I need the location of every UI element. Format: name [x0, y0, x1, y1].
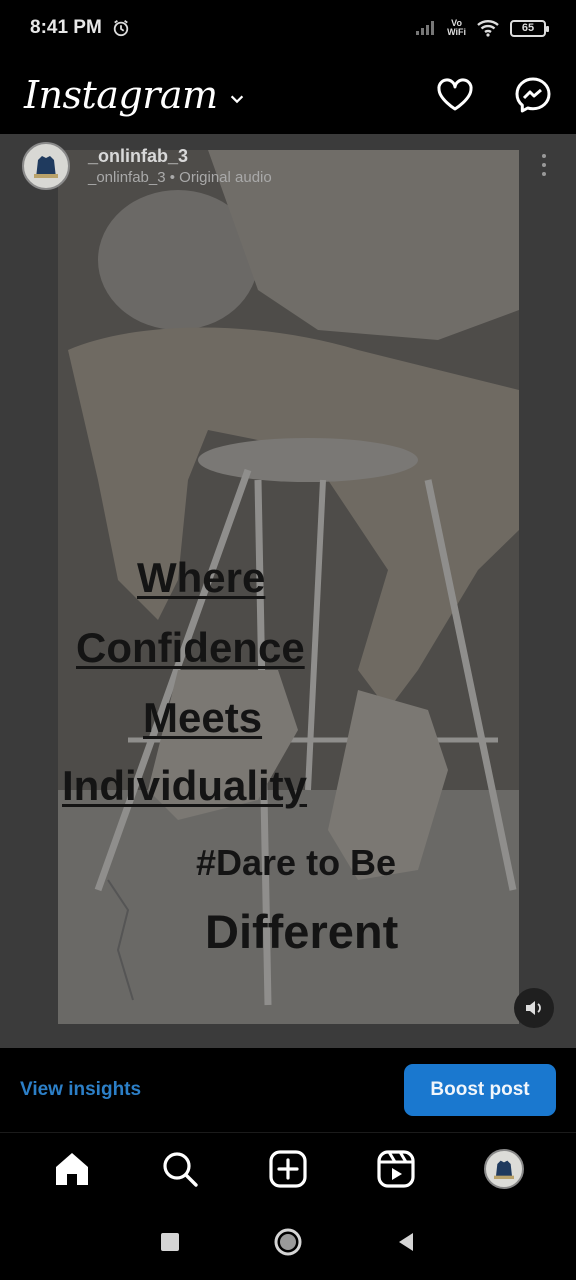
nav-reels[interactable] [372, 1145, 420, 1193]
home-circle-icon[interactable] [273, 1227, 303, 1257]
post-username[interactable]: _onlinfab_3 [88, 146, 272, 167]
reels-icon [377, 1149, 415, 1188]
search-icon [163, 1151, 198, 1187]
vowifi-bottom: WiFi [447, 27, 466, 37]
brand-logo-icon [34, 156, 58, 178]
caption-line-1: Where [137, 554, 266, 601]
create-icon [269, 1149, 307, 1188]
status-icons: Vo WiFi 65 [415, 19, 549, 37]
back-icon[interactable] [395, 1231, 417, 1253]
signal-icon [416, 21, 435, 35]
instagram-logo[interactable]: Instagram [24, 73, 218, 117]
system-nav [0, 1204, 576, 1280]
brand-logo-icon [494, 1160, 514, 1179]
vowifi-indicator: Vo WiFi [447, 19, 466, 37]
nav-home[interactable] [48, 1145, 96, 1193]
nav-profile[interactable] [480, 1145, 528, 1193]
post-header: _onlinfab_3 _onlinfab_3 • Original audio [22, 142, 272, 190]
profile-avatar [484, 1148, 524, 1189]
boost-post-button[interactable]: Boost post [404, 1064, 556, 1116]
post-audio[interactable]: _onlinfab_3 • Original audio [88, 169, 272, 186]
status-bar: 8:41 PM Vo WiFi 65 [0, 0, 576, 56]
recents-icon[interactable] [159, 1231, 181, 1253]
nav-create[interactable] [264, 1145, 312, 1193]
caption-line-2: Confidence [76, 624, 305, 671]
post-actions-bar: View insights Boost post [0, 1048, 576, 1132]
caption-line-4: Individuality [62, 762, 308, 809]
view-insights-link[interactable]: View insights [20, 1079, 141, 1101]
caption-line-6: Different [205, 905, 399, 958]
messenger-icon[interactable] [514, 76, 552, 114]
caption-line-5: #Dare to Be [196, 842, 397, 883]
post-author: _onlinfab_3 _onlinfab_3 • Original audio [88, 146, 272, 186]
home-icon [56, 1152, 88, 1185]
more-vertical-icon[interactable] [542, 154, 546, 176]
post-media[interactable] [58, 150, 519, 1024]
wifi-icon [477, 20, 499, 37]
nav-search[interactable] [156, 1145, 204, 1193]
status-time: 8:41 PM [30, 17, 102, 38]
heart-icon[interactable] [436, 78, 474, 112]
caption-line-3: Meets [143, 694, 263, 741]
volume-icon[interactable] [514, 988, 554, 1028]
app-header: Instagram [0, 56, 576, 134]
battery-level: 65 [521, 22, 535, 34]
post-image [58, 150, 519, 1024]
alarm-icon [113, 20, 129, 37]
battery-icon: 65 [510, 19, 549, 37]
chevron-down-icon[interactable] [228, 90, 246, 108]
post: _onlinfab_3 _onlinfab_3 • Original audio… [0, 134, 576, 1048]
post-avatar[interactable] [22, 142, 70, 190]
bottom-nav [0, 1132, 576, 1204]
